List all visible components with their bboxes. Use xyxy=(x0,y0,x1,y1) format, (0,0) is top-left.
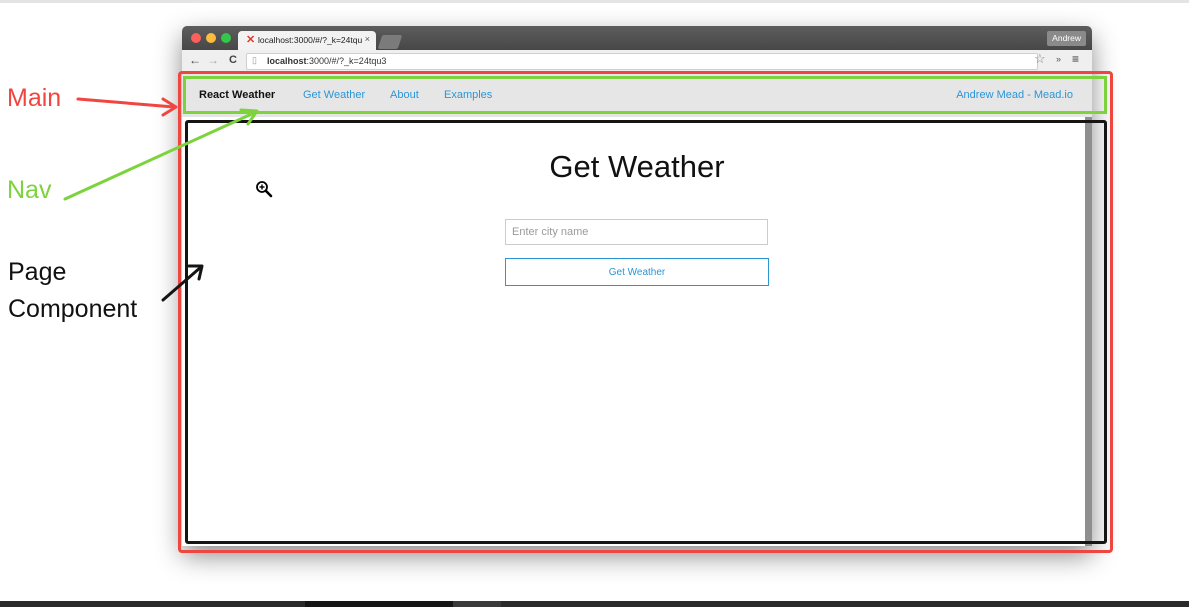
window-frame-bottom xyxy=(0,601,1189,607)
zoom-in-cursor-icon xyxy=(256,181,273,198)
page-component-arrow xyxy=(161,264,204,302)
annotation-arrows xyxy=(63,97,259,302)
frame-segment xyxy=(305,601,453,607)
frame-segment xyxy=(453,601,501,607)
nav-arrow xyxy=(63,108,259,201)
main-arrow xyxy=(76,97,178,117)
